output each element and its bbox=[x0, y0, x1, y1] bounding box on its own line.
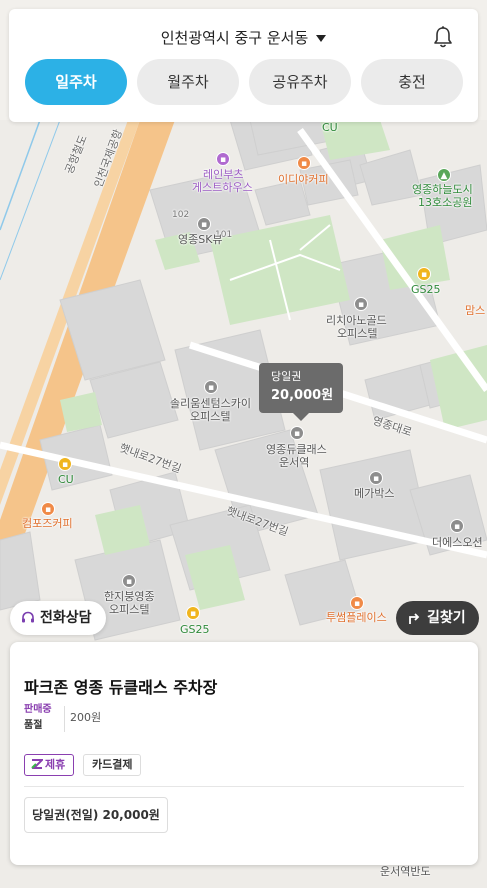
tab-monthly-parking[interactable]: 월주차 bbox=[137, 59, 239, 105]
tab-shared-parking[interactable]: 공유주차 bbox=[249, 59, 351, 105]
base-price: 200원 bbox=[70, 711, 102, 724]
building-icon[interactable]: ▪ bbox=[354, 297, 368, 311]
marker-price: 20,000원 bbox=[271, 388, 334, 403]
phone-consult-button[interactable]: 전화상담 bbox=[10, 601, 106, 635]
cafe-icon[interactable]: ▪ bbox=[41, 502, 55, 516]
map-label: 102 bbox=[172, 210, 190, 220]
park-icon[interactable]: ▲ bbox=[437, 168, 451, 182]
map-label: 오피스텔 bbox=[337, 327, 378, 340]
map-label: GS25 bbox=[411, 283, 441, 296]
map-label: 이디야커피 bbox=[278, 173, 329, 186]
map-label: 13호소공원 bbox=[418, 196, 473, 209]
map-label: 맘스 bbox=[465, 304, 486, 317]
building-icon[interactable]: ▪ bbox=[122, 574, 136, 588]
bell-icon[interactable] bbox=[432, 25, 454, 49]
apartment-icon[interactable]: ▪ bbox=[197, 217, 211, 231]
building-icon[interactable]: ▪ bbox=[204, 380, 218, 394]
phone-consult-label: 전화상담 bbox=[40, 610, 92, 626]
card-payment-badge: 카드결제 bbox=[83, 754, 142, 776]
map-label: 오피스텔 bbox=[109, 603, 150, 616]
status-on-sale: 판매중 bbox=[24, 704, 52, 715]
directions-label: 길찾기 bbox=[427, 610, 466, 626]
cafe-icon[interactable]: ▪ bbox=[297, 156, 311, 170]
station-building-icon[interactable]: ▪ bbox=[290, 426, 304, 440]
parking-type-tabs: 일주차 월주차 공유주차 충전 bbox=[25, 59, 463, 105]
sales-status: 판매중 품절 bbox=[24, 702, 52, 734]
map-label: 컴포즈커피 bbox=[22, 517, 73, 530]
cinema-icon[interactable]: ▪ bbox=[369, 471, 383, 485]
marker-pass-label: 당일권 bbox=[271, 370, 302, 383]
caret-down-icon bbox=[316, 35, 327, 42]
map-label: 더에스오션 bbox=[432, 536, 483, 549]
divider bbox=[24, 786, 464, 787]
partner-logo-icon bbox=[31, 759, 43, 769]
convenience-store-icon[interactable]: ▪ bbox=[417, 267, 431, 281]
map-label: 오피스텔 bbox=[190, 410, 231, 423]
map-label: 투썸플레이스 bbox=[326, 611, 387, 624]
map-label: 운서역 bbox=[279, 456, 310, 469]
parking-lot-name: 파크존 영종 듀클래스 주차장 bbox=[24, 678, 218, 697]
parking-lot-card[interactable]: 파크존 영종 듀클래스 주차장 판매중 품절 200원 제휴 카드결제 당일권(… bbox=[10, 642, 478, 865]
location-text: 인천광역시 중구 운서동 bbox=[160, 29, 309, 47]
map-label: 영종하늘도시 bbox=[412, 183, 473, 196]
map-label: 게스트하우스 bbox=[192, 181, 253, 194]
map-label: 솔리움센텀스카이 bbox=[170, 397, 251, 410]
tab-daily-parking[interactable]: 일주차 bbox=[25, 59, 127, 105]
building-icon[interactable]: ▪ bbox=[450, 519, 464, 533]
partner-badge: 제휴 bbox=[24, 754, 75, 776]
location-selector[interactable]: 인천광역시 중구 운서동 bbox=[9, 27, 478, 48]
map-label: GS25 bbox=[180, 623, 210, 636]
map-label: CU bbox=[322, 121, 338, 134]
map-label: 레인부츠 bbox=[203, 168, 244, 181]
map-label: 리치아노골드 bbox=[326, 314, 387, 327]
status-sold-out: 품절 bbox=[24, 720, 43, 731]
map-label: 한지붕영종 bbox=[104, 590, 155, 603]
daily-pass-option[interactable]: 당일권(전일) 20,000원 bbox=[24, 797, 168, 833]
map-label: 운서역반도 bbox=[380, 865, 431, 878]
map-label: 영종SK뷰 bbox=[178, 233, 223, 246]
tab-charging[interactable]: 충전 bbox=[361, 59, 463, 105]
top-header: 인천광역시 중구 운서동 일주차 월주차 공유주차 충전 bbox=[9, 9, 478, 122]
map-label: CU bbox=[58, 473, 74, 486]
cafe-icon[interactable]: ▪ bbox=[350, 596, 364, 610]
convenience-store-icon[interactable]: ▪ bbox=[58, 457, 72, 471]
guesthouse-icon[interactable]: ▪ bbox=[216, 152, 230, 166]
map-label: 영종듀클래스 bbox=[266, 443, 327, 456]
turn-right-arrow-icon bbox=[409, 613, 420, 624]
divider bbox=[64, 706, 65, 732]
directions-button[interactable]: 길찾기 bbox=[396, 601, 479, 635]
partner-badge-label: 제휴 bbox=[45, 758, 66, 771]
parking-price-marker[interactable]: 당일권 20,000원 bbox=[259, 363, 343, 421]
convenience-store-icon[interactable]: ▪ bbox=[186, 606, 200, 620]
map-label: 메가박스 bbox=[354, 487, 395, 500]
headset-icon bbox=[22, 611, 34, 623]
